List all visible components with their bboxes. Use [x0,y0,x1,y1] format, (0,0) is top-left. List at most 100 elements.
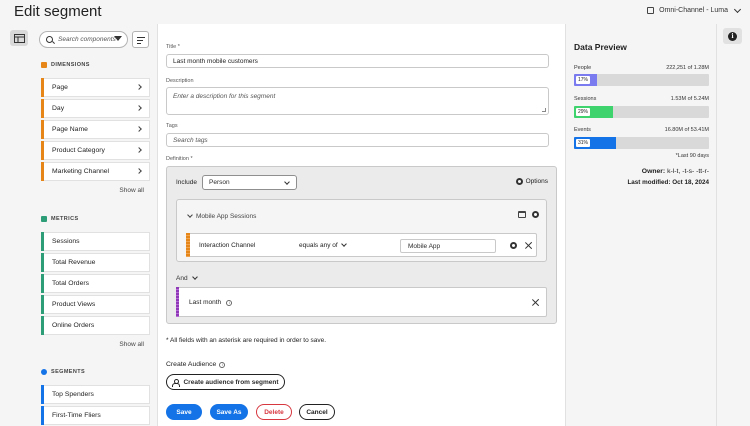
segment-item[interactable]: Top Spenders [41,385,150,404]
chevron-down-icon [284,179,290,185]
preview-meter-percent: 29% [576,108,591,116]
options-button[interactable]: Options [515,178,548,185]
required-note: * All fields with an asterisk are requir… [166,337,327,344]
metric-icon [41,216,47,222]
resize-handle[interactable] [542,108,546,112]
metric-item[interactable]: Product Views [41,295,150,314]
preview-note: *Last 90 days [675,153,709,159]
audience-icon [172,378,181,387]
metric-item[interactable]: Total Revenue [41,253,150,272]
search-placeholder: Search components [58,36,116,43]
container-title: Mobile App Sessions [196,213,257,220]
data-preview-panel: Data Preview People 222,251 of 1.28M 17%… [566,24,716,426]
owner: Owner: k-l-t, -t-s- -tt-r- [641,168,709,175]
org-switcher[interactable]: Omni-Channel - Luma [647,5,742,14]
info-panel-button[interactable]: i [723,28,742,44]
components-panel: Search components DIMENSIONS Page Day Pa… [33,24,157,426]
info-icon: i [728,31,737,41]
metric-item[interactable]: Sessions [41,232,150,251]
rule-remove-icon[interactable] [525,242,532,249]
rule-value-input[interactable]: Mobile App [400,239,496,253]
include-label: Include [176,179,197,186]
chevron-down-icon [340,241,347,247]
preview-meter: 17% [574,74,709,86]
search-components-input[interactable]: Search components [39,31,128,48]
container: Mobile App Sessions Interaction Channel … [176,199,547,262]
preview-metric-value: 1.53M of 5.24M [670,96,709,102]
org-name: Omni-Channel - Luma [659,7,728,14]
segment-rule: Last month i [176,287,547,317]
cancel-button[interactable]: Cancel [299,404,335,420]
dimension-item[interactable]: Day [41,99,150,118]
page-title: Edit segment [14,3,102,20]
last-modified: Last modified: Oct 18, 2024 [627,179,709,186]
chevron-right-icon [136,147,142,153]
segments-heading: SEGMENTS [41,369,85,375]
dimension-item[interactable]: Page [41,78,150,97]
tags-label: Tags [166,123,178,129]
definition-label: Definition * [166,156,193,162]
right-rail: i [716,24,750,426]
tags-input[interactable]: Search tags [166,133,549,147]
metrics-show-all-link[interactable]: Show all [119,341,144,348]
preview-metric-value: 222,251 of 1.28M [666,65,709,71]
preview-meter: 31% [574,137,709,149]
dimension-rule: Interaction Channel equals any of Mobile… [186,233,537,257]
preview-metric-label: Events [574,127,591,133]
description-label: Description [166,78,194,84]
title-label: Title * [166,44,180,50]
chevron-right-icon [136,84,142,90]
container-collapse-icon[interactable] [518,211,526,218]
header: Edit segment Omni-Channel - Luma [0,0,750,24]
info-icon[interactable]: i [219,361,226,368]
components-panel-button[interactable] [10,30,28,46]
chevron-down-icon[interactable] [187,212,193,218]
delete-button[interactable]: Delete [256,404,292,420]
preview-meter-percent: 31% [576,139,591,147]
preview-metric-value: 16.80M of 53.41M [664,127,709,133]
preview-metric-label: Sessions [574,96,597,102]
chevron-right-icon [136,105,142,111]
search-icon [46,36,53,43]
dimension-icon [41,62,47,68]
chevron-right-icon [136,168,142,174]
logic-operator-select[interactable]: And [176,274,198,282]
preview-metric-label: People [574,65,592,71]
info-icon[interactable]: i [226,299,233,306]
rule-operator-select[interactable]: equals any of [299,241,347,249]
rule-gear-icon[interactable] [510,242,517,249]
chevron-right-icon [136,126,142,132]
dimensions-heading: DIMENSIONS [41,62,90,68]
include-select[interactable]: Person [202,175,297,190]
description-textarea[interactable]: Enter a description for this segment [166,87,549,115]
rule-field: Interaction Channel [199,242,256,249]
definition-canvas: Include Person Options Mobile App Sessio… [166,166,557,324]
gear-icon [515,178,523,185]
owner-name: k-l-t, -t-s- -tt-r- [667,168,709,175]
create-audience-button[interactable]: Create audience from segment [166,374,285,390]
segment-rule-remove-icon[interactable] [532,299,539,306]
segment-item[interactable]: First-Time Fliers [41,406,150,425]
title-input[interactable]: Last month mobile customers [166,54,549,68]
dimension-item[interactable]: Page Name [41,120,150,139]
create-audience-label: Create Audience i [166,361,226,368]
segment-icon [41,369,47,375]
save-button[interactable]: Save [166,404,202,420]
container-gear-icon[interactable] [532,211,539,218]
metric-item[interactable]: Total Orders [41,274,150,293]
building-icon [647,7,655,14]
data-preview-title: Data Preview [574,42,627,52]
segment-builder: Title * Last month mobile customers Desc… [157,24,566,426]
filter-icon[interactable] [114,36,122,41]
save-as-button[interactable]: Save As [210,404,248,420]
sort-button[interactable] [132,31,149,48]
metric-item[interactable]: Online Orders [41,316,150,335]
metrics-heading: METRICS [41,216,79,222]
dimension-item[interactable]: Marketing Channel [41,162,150,181]
dimensions-show-all-link[interactable]: Show all [119,187,144,194]
left-rail [0,24,33,426]
chevron-down-icon [733,5,742,13]
panel-icon [13,33,25,43]
dimension-item[interactable]: Product Category [41,141,150,160]
preview-meter: 29% [574,106,709,118]
